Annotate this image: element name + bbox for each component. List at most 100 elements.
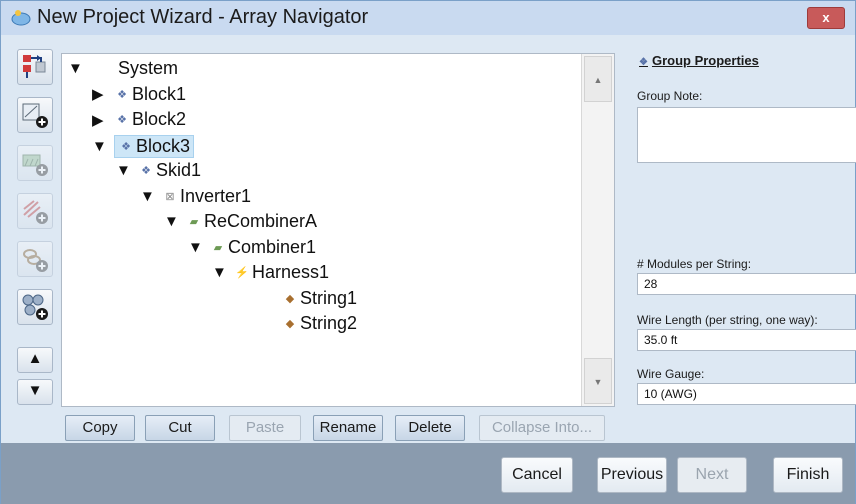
group-note-field[interactable] [637,107,856,163]
add-harness-button[interactable] [17,193,53,229]
group-note-label: Group Note: [637,89,703,103]
group-properties-panel: ❖ Group Properties Group Note: # Modules … [627,43,856,413]
tree-node[interactable]: ▼ ❖ Skid1 [116,160,201,184]
window-title: New Project Wizard - Array Navigator [37,6,369,28]
wire-length-label: Wire Length (per string, one way): [637,313,818,327]
expanded-arrow-icon[interactable]: ▼ [116,162,138,179]
add-combiner-button[interactable] [17,145,53,181]
hierarchy-icon [23,55,46,78]
tree-node-content[interactable]: ▰ ReCombinerA [186,211,317,232]
properties-title: ❖ Group Properties [639,53,759,68]
expanded-arrow-icon[interactable]: ▼ [164,213,186,230]
string-icon: ◆ [285,318,295,330]
add-group-button[interactable] [17,289,53,325]
tree-node-label: Inverter1 [180,185,252,206]
tree-node-label: System [118,58,179,78]
move-down-button[interactable]: ▼ [17,379,53,405]
tree-node-label: Block2 [132,109,187,129]
wizard-body: ▲ ▼ ▼ System ▶ ❖ Block1 ▶ ❖ Block2 ▼ ❖ Block3 ▼ ❖ Ski… [1,35,856,445]
expanded-arrow-icon[interactable]: ▼ [92,138,114,155]
triangle-up-icon: ▲ [27,350,43,367]
group-icon: ❖ [117,88,127,101]
paste-button[interactable]: Paste [229,415,301,441]
add-group-icon [22,294,48,320]
tree-node-content[interactable]: ◆ String2 [282,313,357,334]
add-string-icon [23,249,48,272]
tree-node-content[interactable]: ⚡ Harness1 [234,262,329,283]
tree-node[interactable]: ◆ String1 [260,288,357,312]
expanded-arrow-icon[interactable]: ▼ [140,188,162,205]
tree-node-label: String1 [300,287,358,308]
properties-title-text: Group Properties [651,53,759,68]
scroll-up-icon[interactable]: ▲ [584,56,612,102]
tree-node-label: ReCombinerA [204,211,318,231]
triangle-down-icon: ▼ [27,382,43,399]
rename-button[interactable]: Rename [313,415,383,441]
tree-scrollbar[interactable]: ▲ ▼ [581,54,614,406]
close-button[interactable]: x [807,7,845,29]
modules-per-string-field[interactable]: 28 [637,273,856,295]
group-icon: ❖ [639,57,648,68]
tree-node-content[interactable]: ❖ Block1 [114,84,186,105]
wire-length-field[interactable]: 35.0 ft [637,329,856,351]
hierarchy-button[interactable] [17,49,53,85]
tree-node[interactable]: ▶ ❖ Block2 [92,109,186,133]
tree-node[interactable]: ◆ String2 [260,313,357,337]
tree-node-label: Block1 [132,83,187,104]
tree-node-label: Block3 [136,135,191,156]
previous-button[interactable]: Previous [597,457,667,493]
expanded-arrow-icon[interactable]: ▼ [188,239,210,256]
expanded-arrow-icon[interactable]: ▼ [68,60,90,77]
group-icon: ❖ [117,114,127,126]
move-up-button[interactable]: ▲ [17,347,53,373]
tree-node[interactable]: ▼ ▰ Combiner1 [188,237,316,261]
cancel-button[interactable]: Cancel [501,457,573,493]
add-harness-icon [23,200,48,224]
scroll-down-icon[interactable]: ▼ [584,358,612,404]
group-icon: ❖ [121,140,131,153]
collapsed-arrow-icon[interactable]: ▶ [92,111,114,129]
tree-node-label: Skid1 [156,160,202,180]
tree-node[interactable]: ▼ ▰ ReCombinerA [164,211,317,235]
modules-per-string-label: # Modules per String: [637,257,752,271]
collapse-into-button[interactable]: Collapse Into... [479,415,605,441]
combiner-icon: ▰ [189,216,199,228]
tree-node[interactable]: ▼ ⊠ Inverter1 [140,186,251,210]
tree-node-content[interactable]: ❖ Block3 [114,134,195,158]
tree-node[interactable]: ▼ ❖ Block3 [92,134,195,159]
add-string-button[interactable] [17,241,53,277]
add-inverter-button[interactable] [17,97,53,133]
tree-node-content[interactable]: ⊠ Inverter1 [162,186,251,207]
delete-button[interactable]: Delete [395,415,465,441]
group-icon: ❖ [141,165,151,177]
tree-node-label: Harness1 [252,262,330,282]
wire-gauge-label: Wire Gauge: [637,367,705,381]
wizard-window: New Project Wizard - Array Navigator x ▲… [0,0,856,504]
combiner-icon: ▰ [213,241,223,254]
expanded-arrow-icon[interactable]: ▼ [212,264,234,281]
tree-node[interactable]: ▼ System [68,58,178,82]
tree-node-content[interactable]: System [90,58,178,79]
copy-button[interactable]: Copy [65,415,135,441]
harness-icon: ⚡ [235,267,249,279]
wire-gauge-select[interactable]: 10 (AWG) [637,383,856,405]
next-button[interactable]: Next [677,457,747,493]
wizard-footer: Cancel Previous Next Finish [1,443,855,504]
inverter-icon: ⊠ [165,190,175,203]
tree-node-content[interactable]: ❖ Block2 [114,109,186,130]
cut-button[interactable]: Cut [145,415,215,441]
wizard-icon [11,10,31,26]
node-toolbar: ▲ ▼ [13,49,57,445]
tree-node-content[interactable]: ▰ Combiner1 [210,237,316,258]
tree-node-content[interactable]: ❖ Skid1 [138,160,201,181]
title-bar: New Project Wizard - Array Navigator x [1,1,855,35]
tree-node-label: String2 [300,313,358,333]
tree-node[interactable]: ▶ ❖ Block1 [92,84,186,108]
array-tree[interactable]: ▼ System ▶ ❖ Block1 ▶ ❖ Block2 ▼ ❖ Block3 ▼ ❖ Skid1 ▼ ⊠… [61,53,615,407]
tree-node-content[interactable]: ◆ String1 [282,288,357,309]
tree-node[interactable]: ▼ ⚡ Harness1 [212,262,329,286]
finish-button[interactable]: Finish [773,457,843,493]
tree-node-label: Combiner1 [228,236,317,257]
add-inverter-icon [22,103,48,128]
collapsed-arrow-icon[interactable]: ▶ [92,85,114,103]
